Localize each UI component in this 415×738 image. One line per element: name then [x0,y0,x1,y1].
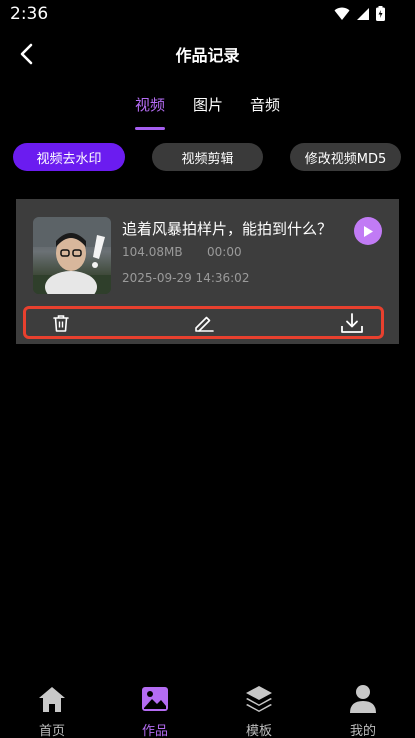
signal-icon [356,6,370,25]
filter-modify-md5[interactable]: 修改视频MD5 [290,143,401,171]
action-bar [23,306,384,339]
filter-remove-watermark[interactable]: 视频去水印 [13,143,125,171]
tab-video[interactable]: 视频 [135,94,165,115]
file-size: 104.08MB [122,245,183,259]
nav-works[interactable]: 作品 [125,676,185,738]
status-bar: 2:36 [0,0,415,28]
nav-profile-label: 我的 [349,724,376,738]
status-time: 2:36 [10,4,49,24]
tab-images[interactable]: 图片 [193,94,223,115]
app-screen: 2:36 作品记录 视频 图片 音频 视频去水印 视频剪辑 修改视频MD5 追着… [0,0,415,738]
download-icon [341,313,363,333]
image-icon [140,684,170,714]
nav-templates[interactable]: 模板 [229,676,289,738]
home-icon [37,684,67,714]
play-icon [364,225,373,237]
video-title: 追着风暴拍样片，能拍到什么？ [122,220,333,238]
filter-video-edit[interactable]: 视频剪辑 [152,143,263,171]
video-record-card: 追着风暴拍样片，能拍到什么？ 104.08MB 00:00 2025-09-29… [16,199,399,344]
video-thumbnail[interactable] [33,217,111,294]
page-title: 作品记录 [175,46,240,65]
tab-audio[interactable]: 音频 [250,94,280,115]
battery-icon [376,6,385,25]
status-icons [334,6,385,25]
nav-works-label: 作品 [141,724,168,738]
nav-templates-label: 模板 [245,724,272,738]
play-button[interactable] [354,217,382,245]
layers-icon [244,684,274,714]
active-tab-indicator [135,127,165,130]
wifi-icon [334,6,350,25]
video-duration: 00:00 [207,245,242,259]
nav-home[interactable]: 首页 [22,676,82,738]
download-button[interactable] [340,312,364,334]
nav-home-label: 首页 [38,724,65,738]
created-timestamp: 2025-09-29 14:36:02 [122,271,250,285]
bottom-nav: 首页 作品 模板 我的 [0,676,415,738]
pencil-icon [195,316,214,332]
edit-button[interactable] [192,312,216,334]
delete-button[interactable] [49,312,73,334]
trash-icon [53,315,69,332]
user-icon [348,684,378,714]
nav-profile[interactable]: 我的 [333,676,393,738]
